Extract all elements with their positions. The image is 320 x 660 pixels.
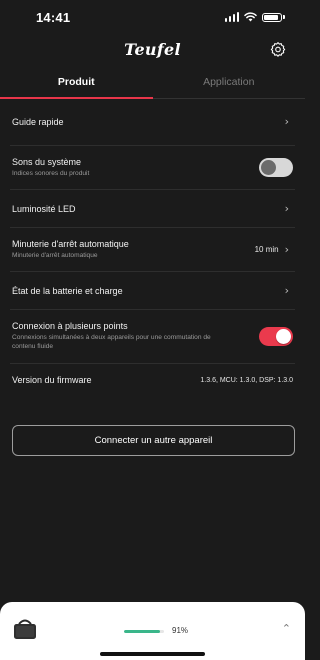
row-subtitle: Indices sonores du produit (12, 169, 90, 177)
system-sounds-toggle[interactable] (259, 158, 293, 177)
row-title: Minuterie d'arrêt automatique (12, 238, 129, 249)
signal-icon (224, 12, 239, 22)
row-title: Version du firmware (12, 375, 92, 385)
tab-produit[interactable]: Produit (0, 68, 153, 99)
row-title: Sons du système (12, 156, 82, 167)
row-firmware: Version du firmware 1.3.6, MCU: 1.3.0, D… (10, 364, 295, 396)
row-title: État de la batterie et charge (12, 285, 123, 296)
firmware-version: 1.3.6, MCU: 1.3.0, DSP: 1.3.0 (200, 376, 293, 384)
row-etat-batterie[interactable]: État de la batterie et charge › (10, 272, 295, 310)
speaker-device-icon (14, 619, 36, 639)
status-bar: 14:41 (0, 0, 305, 34)
row-subtitle: Minuterie d'arrêt automatique (12, 251, 98, 259)
row-guide-rapide[interactable]: Guide rapide › (10, 98, 295, 146)
brand-logo: Teufel (124, 40, 181, 59)
gear-icon[interactable] (270, 41, 286, 57)
row-minuterie-arret[interactable]: Minuterie d'arrêt automatique Minuterie … (10, 228, 295, 272)
home-indicator (100, 652, 205, 656)
settings-list: Guide rapide › Sons du système Indices s… (0, 98, 305, 396)
row-title: Guide rapide (12, 116, 64, 127)
row-subtitle: Connexions simultanées à deux appareils … (12, 334, 211, 350)
row-luminosite-led[interactable]: Luminosité LED › (10, 190, 295, 228)
tab-bar: Produit Application (0, 68, 305, 99)
device-battery-fill (124, 630, 161, 633)
tab-application[interactable]: Application (153, 68, 306, 98)
connect-device-button[interactable]: Connecter un autre appareil (12, 425, 295, 456)
app-header: Teufel (0, 38, 305, 64)
battery-status-icon (262, 12, 282, 22)
chevron-up-icon[interactable]: ⌃ (282, 622, 291, 635)
auto-off-value: 10 min (254, 245, 279, 254)
device-battery-bar (124, 630, 164, 633)
chevron-right-icon: › (284, 115, 289, 128)
row-sons-systeme: Sons du système Indices sonores du produ… (10, 146, 295, 190)
multipoint-toggle[interactable] (259, 327, 293, 346)
status-icons (224, 12, 285, 22)
chevron-right-icon: › (284, 284, 289, 297)
wifi-icon (244, 12, 257, 22)
device-bottom-sheet[interactable]: 91% ⌃ (0, 602, 305, 660)
chevron-right-icon: › (284, 243, 289, 256)
status-time: 14:41 (36, 9, 71, 25)
row-title: Connexion à plusieurs points (12, 321, 128, 332)
chevron-right-icon: › (284, 202, 289, 215)
row-connexion-multipoint: Connexion à plusieurs points Connexions … (10, 310, 295, 364)
device-battery-percent: 91% (172, 626, 189, 635)
row-title: Luminosité LED (12, 203, 76, 214)
